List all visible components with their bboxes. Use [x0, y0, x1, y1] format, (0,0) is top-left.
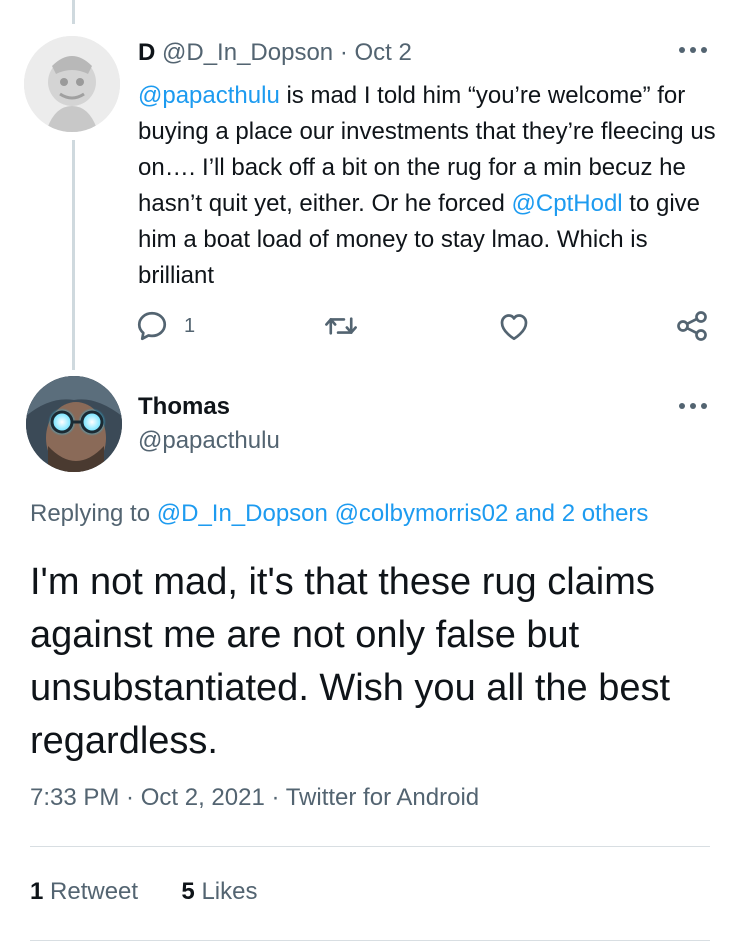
- replying-to: Replying to @D_In_Dopson @colbymorris02 …: [30, 498, 648, 530]
- tweet-stats: 1 Retweet 5 Likes: [30, 876, 257, 908]
- user-handle[interactable]: @D_In_Dopson: [162, 39, 333, 66]
- tweet-date[interactable]: Oct 2, 2021: [141, 784, 265, 811]
- divider: [30, 846, 710, 847]
- tweet-text: @papacthulu is mad I told him “you’re we…: [138, 78, 718, 294]
- mention-link[interactable]: @CptHodl: [512, 190, 623, 217]
- tweet-actions: 1: [134, 306, 714, 346]
- separator: ·: [119, 784, 141, 811]
- avatar-image-icon: [26, 376, 122, 472]
- share-icon: [677, 311, 707, 341]
- more-options-icon[interactable]: [676, 40, 710, 60]
- likes-stat[interactable]: 5 Likes: [181, 878, 257, 905]
- tweet-meta: 7:33 PM · Oct 2, 2021 · Twitter for Andr…: [30, 782, 479, 814]
- retweet-button[interactable]: [322, 306, 360, 346]
- share-button[interactable]: [674, 306, 710, 346]
- like-label: Likes: [201, 878, 258, 905]
- divider: [30, 940, 710, 941]
- retweet-count: 1: [30, 878, 44, 905]
- mention-link[interactable]: @colbymorris02: [335, 500, 509, 527]
- retweet-icon: [325, 317, 357, 335]
- display-name[interactable]: D: [138, 39, 155, 66]
- retweet-stat[interactable]: 1 Retweet: [30, 878, 138, 905]
- others-link[interactable]: and 2 others: [508, 500, 648, 527]
- reply-count: 1: [184, 314, 196, 337]
- parent-tweet[interactable]: D @D_In_Dopson · Oct 2 @papacthulu is ma…: [0, 0, 736, 380]
- separator: ·: [339, 39, 348, 66]
- avatar-image-icon: [24, 36, 120, 132]
- more-options-icon[interactable]: [676, 396, 710, 416]
- tweet-date[interactable]: Oct 2: [355, 39, 412, 66]
- replying-prefix: Replying to: [30, 500, 157, 527]
- user-handle[interactable]: @papacthulu: [138, 426, 280, 456]
- tweet-source[interactable]: Twitter for Android: [286, 784, 479, 811]
- thread-line: [72, 140, 75, 370]
- reply-button[interactable]: 1: [134, 306, 195, 346]
- mention-link[interactable]: @D_In_Dopson: [157, 500, 328, 527]
- retweet-label: Retweet: [50, 878, 139, 905]
- reply-icon: [137, 311, 167, 341]
- like-icon: [500, 314, 528, 341]
- tweet-text: I'm not mad, it's that these rug claims …: [30, 561, 671, 762]
- like-button[interactable]: [496, 306, 532, 346]
- avatar[interactable]: [26, 376, 122, 472]
- separator: ·: [264, 784, 286, 811]
- avatar[interactable]: [24, 36, 120, 132]
- like-count: 5: [181, 878, 195, 905]
- tweet-header: D @D_In_Dopson · Oct 2: [138, 38, 412, 68]
- tweet-time[interactable]: 7:33 PM: [30, 784, 119, 811]
- display-name[interactable]: Thomas: [138, 392, 230, 422]
- mention-link[interactable]: @papacthulu: [138, 82, 280, 109]
